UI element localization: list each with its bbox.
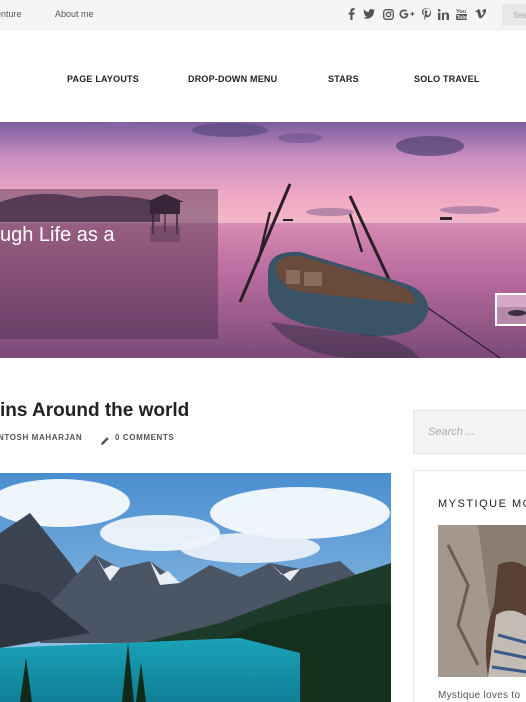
twitter-icon[interactable] — [363, 7, 375, 21]
google-plus-icon[interactable] — [399, 7, 415, 21]
nav-stars[interactable]: STARS — [328, 74, 359, 84]
nav-solo-travel[interactable]: SOLO TRAVEL — [414, 74, 480, 84]
widget-title: MYSTIQUE MO — [438, 498, 526, 510]
top-link-about-me[interactable]: About me — [55, 9, 94, 19]
pencil-icon — [100, 433, 110, 445]
post-comments-link[interactable]: 0 COMMENTS — [115, 433, 174, 442]
facebook-icon[interactable] — [346, 7, 356, 21]
linkedin-icon[interactable] — [437, 7, 449, 21]
widget-author-photo — [438, 525, 526, 677]
youtube-icon[interactable]: You Tube — [455, 7, 467, 21]
post-title[interactable]: ins Around the world — [0, 400, 189, 422]
post-featured-image[interactable] — [0, 473, 391, 702]
svg-text:Tube: Tube — [456, 15, 466, 20]
main-navigation: PAGE LAYOUTS DROP-DOWN MENU STARS SOLO T… — [0, 30, 526, 122]
sidebar-search-input[interactable]: Search ... — [413, 410, 526, 454]
sidebar-search-placeholder: Search ... — [428, 426, 476, 438]
vimeo-icon[interactable] — [474, 7, 486, 21]
top-search-input[interactable]: Sea — [502, 4, 526, 26]
pinterest-icon[interactable] — [421, 7, 431, 21]
about-widget: MYSTIQUE MO Mystique loves to — [413, 470, 526, 702]
hero-slider[interactable]: ugh Life as a — [0, 122, 526, 358]
top-link-adventure[interactable]: enture — [0, 9, 22, 19]
nav-drop-down-menu[interactable]: DROP-DOWN MENU — [188, 74, 277, 84]
nav-page-layouts[interactable]: PAGE LAYOUTS — [67, 74, 139, 84]
instagram-icon[interactable] — [382, 7, 394, 21]
widget-bio-text: Mystique loves to — [438, 690, 521, 701]
hero-slide-thumbnail[interactable] — [495, 293, 526, 326]
hero-caption-box: ugh Life as a — [0, 189, 218, 339]
hero-title[interactable]: ugh Life as a — [0, 224, 115, 247]
post-author[interactable]: NTOSH MAHARJAN — [0, 433, 82, 442]
top-bar: enture About me YouTube Sea — [0, 0, 526, 30]
